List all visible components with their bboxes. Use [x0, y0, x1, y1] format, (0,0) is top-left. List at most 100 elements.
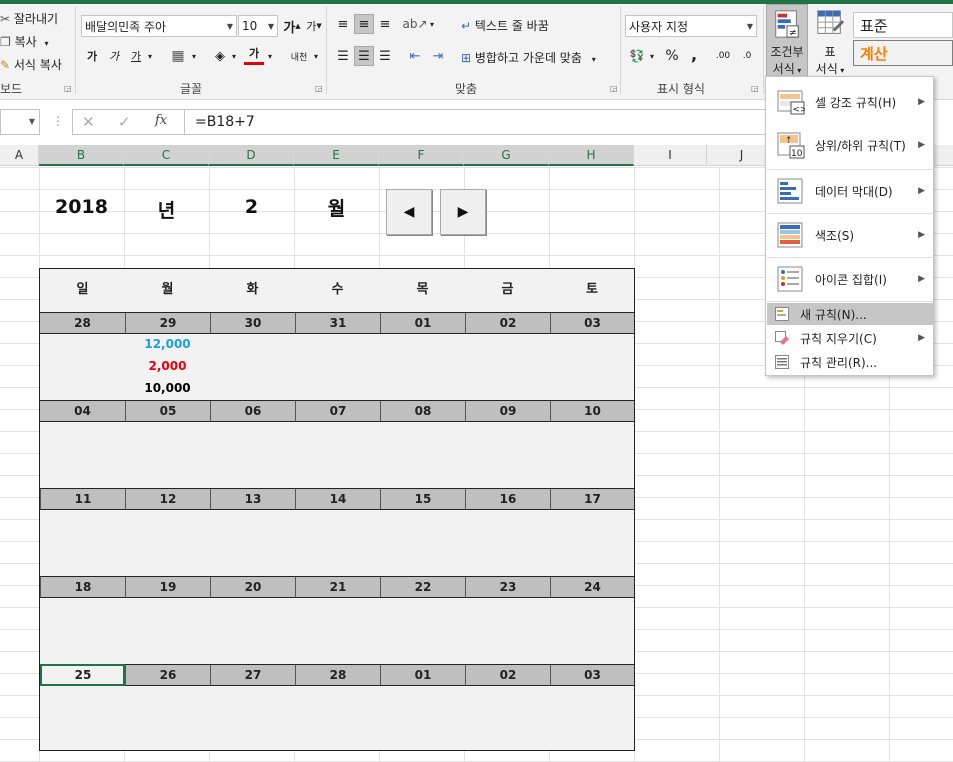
format-painter-button[interactable]: ✎ 서식 복사	[0, 56, 62, 73]
amount-entry[interactable]: 10,000	[125, 381, 210, 395]
date-cell[interactable]: 01	[380, 312, 465, 334]
date-cell[interactable]: 10	[550, 400, 634, 422]
date-cell[interactable]: 04	[40, 400, 125, 422]
date-cell[interactable]: 29	[125, 312, 210, 334]
date-cell[interactable]: 26	[125, 664, 210, 686]
grow-font-button[interactable]: 가 ▲	[282, 16, 302, 36]
cut-button[interactable]: ✂ 잘라내기	[0, 10, 58, 27]
align-left-icon[interactable]: ☰	[333, 46, 353, 66]
align-center-icon[interactable]: ☰	[354, 46, 374, 66]
date-cell[interactable]: 01	[380, 664, 465, 686]
underline-button[interactable]: 가	[126, 46, 146, 66]
prev-month-button[interactable]: ◀	[386, 189, 432, 235]
wrap-text-button[interactable]: ↵ 텍스트 줄 바꿈	[461, 17, 549, 34]
weekday-fri[interactable]: 금	[465, 269, 550, 311]
bold-button[interactable]: 가	[82, 46, 102, 66]
menu-item-new-rule[interactable]: 새 규칙(N)...	[767, 303, 933, 325]
insert-function-icon[interactable]: fx	[155, 113, 167, 128]
column-header-i[interactable]: I	[634, 145, 707, 166]
chevron-down-icon[interactable]: ▾	[144, 46, 156, 66]
align-top-icon[interactable]: ≡	[333, 14, 353, 34]
merge-center-button[interactable]: ⊞ 병합하고 가운데 맞춤 ▾	[461, 49, 596, 66]
alignment-launcher-icon[interactable]: ◲	[610, 84, 618, 93]
column-header-f[interactable]: F	[379, 145, 464, 166]
weekday-tue[interactable]: 화	[210, 269, 295, 311]
weekday-sat[interactable]: 토	[550, 269, 634, 311]
chevron-down-icon[interactable]: ▾	[426, 14, 438, 34]
name-box[interactable]: ▼	[0, 109, 40, 135]
date-cell[interactable]: 19	[125, 576, 210, 598]
date-cell[interactable]: 03	[550, 664, 634, 686]
fill-color-icon[interactable]: ◈	[210, 46, 230, 66]
column-header-g[interactable]: G	[464, 145, 549, 166]
date-cell[interactable]: 09	[465, 400, 550, 422]
month-suffix[interactable]: 월	[294, 194, 379, 221]
column-header-a[interactable]: A	[0, 145, 39, 166]
number-format-combo[interactable]: 사용자 지정 ▼	[625, 15, 757, 37]
formula-input[interactable]: =B18+7	[184, 109, 784, 135]
menu-item-top-bottom-rules[interactable]: ↑ 10 상위/하위 규칙(T) ▶	[767, 125, 933, 165]
month-value[interactable]: 2	[209, 196, 294, 218]
date-cell[interactable]: 08	[380, 400, 465, 422]
font-color-button[interactable]: 가	[244, 44, 264, 65]
amount-entry[interactable]: 2,000	[125, 359, 210, 373]
column-header-h[interactable]: H	[549, 145, 634, 166]
menu-item-highlight-cells-rules[interactable]: <> 셀 강조 규칙(H) ▶	[767, 83, 933, 121]
italic-button[interactable]: 가	[104, 46, 124, 66]
increase-indent-icon[interactable]: ⇥	[428, 46, 448, 66]
date-cell[interactable]: 18	[40, 576, 125, 598]
column-header-d[interactable]: D	[209, 145, 294, 166]
chevron-down-icon[interactable]: ▾	[646, 46, 658, 66]
date-cell[interactable]: 16	[465, 488, 550, 510]
date-cell[interactable]: 20	[210, 576, 295, 598]
date-cell[interactable]: 30	[210, 312, 295, 334]
font-name-combo[interactable]: 배달의민족 주아 ▼	[81, 15, 237, 37]
menu-item-color-scales[interactable]: 색조(S) ▶	[767, 215, 933, 255]
chevron-down-icon[interactable]: ▾	[188, 46, 200, 66]
date-cell[interactable]: 03	[550, 312, 634, 334]
date-cell[interactable]: 15	[380, 488, 465, 510]
text-orientation-icon[interactable]: ab↗	[402, 14, 427, 34]
date-cell[interactable]: 12	[125, 488, 210, 510]
weekday-mon[interactable]: 월	[125, 269, 210, 311]
cell-style-normal[interactable]: 표준	[853, 12, 953, 38]
menu-item-manage-rules[interactable]: 규칙 관리(R)...	[767, 351, 933, 373]
cancel-icon[interactable]: ✕	[82, 113, 95, 131]
selected-date-cell[interactable]: 25	[40, 664, 125, 686]
year-suffix[interactable]: 년	[124, 196, 209, 223]
align-middle-icon[interactable]: ≡	[354, 14, 374, 34]
number-launcher-icon[interactable]: ◲	[751, 84, 759, 93]
year-value[interactable]: 2018	[39, 196, 124, 218]
date-cell[interactable]: 14	[295, 488, 380, 510]
date-cell[interactable]: 28	[40, 312, 125, 334]
percent-style-button[interactable]: %	[662, 46, 682, 66]
date-cell[interactable]: 23	[465, 576, 550, 598]
date-cell[interactable]: 27	[210, 664, 295, 686]
weekday-thu[interactable]: 목	[380, 269, 465, 311]
format-as-table-button[interactable]: 표 서식 ▾	[810, 4, 850, 78]
column-header-c[interactable]: C	[124, 145, 209, 166]
date-cell[interactable]: 24	[550, 576, 634, 598]
menu-item-icon-sets[interactable]: 아이콘 집합(I) ▶	[767, 259, 933, 299]
accounting-format-icon[interactable]: 💱	[627, 46, 647, 66]
comma-style-button[interactable]: ,	[684, 44, 704, 64]
conditional-format-button[interactable]: ≠ 조건부 서식 ▾	[766, 4, 808, 78]
phonetic-guide-button[interactable]: 내천	[288, 46, 310, 66]
decrease-decimal-button[interactable]: .0	[736, 46, 758, 66]
align-bottom-icon[interactable]: ≡	[375, 14, 395, 34]
shrink-font-button[interactable]: 가 ▼	[304, 16, 324, 36]
increase-decimal-button[interactable]: .00	[712, 46, 734, 66]
menu-item-data-bars[interactable]: 데이터 막대(D) ▶	[767, 171, 933, 211]
date-cell[interactable]: 07	[295, 400, 380, 422]
copy-button[interactable]: ❐ 복사 ▾	[0, 33, 49, 50]
font-launcher-icon[interactable]: ◲	[315, 84, 323, 93]
chevron-down-icon[interactable]: ▾	[228, 46, 240, 66]
date-cell[interactable]: 02	[465, 664, 550, 686]
column-header-e[interactable]: E	[294, 145, 379, 166]
column-header-b[interactable]: B	[39, 145, 124, 166]
cell-style-calculation[interactable]: 계산	[853, 40, 953, 66]
font-size-combo[interactable]: 10 ▼	[238, 15, 278, 37]
date-cell[interactable]: 17	[550, 488, 634, 510]
date-cell[interactable]: 11	[40, 488, 125, 510]
date-cell[interactable]: 13	[210, 488, 295, 510]
